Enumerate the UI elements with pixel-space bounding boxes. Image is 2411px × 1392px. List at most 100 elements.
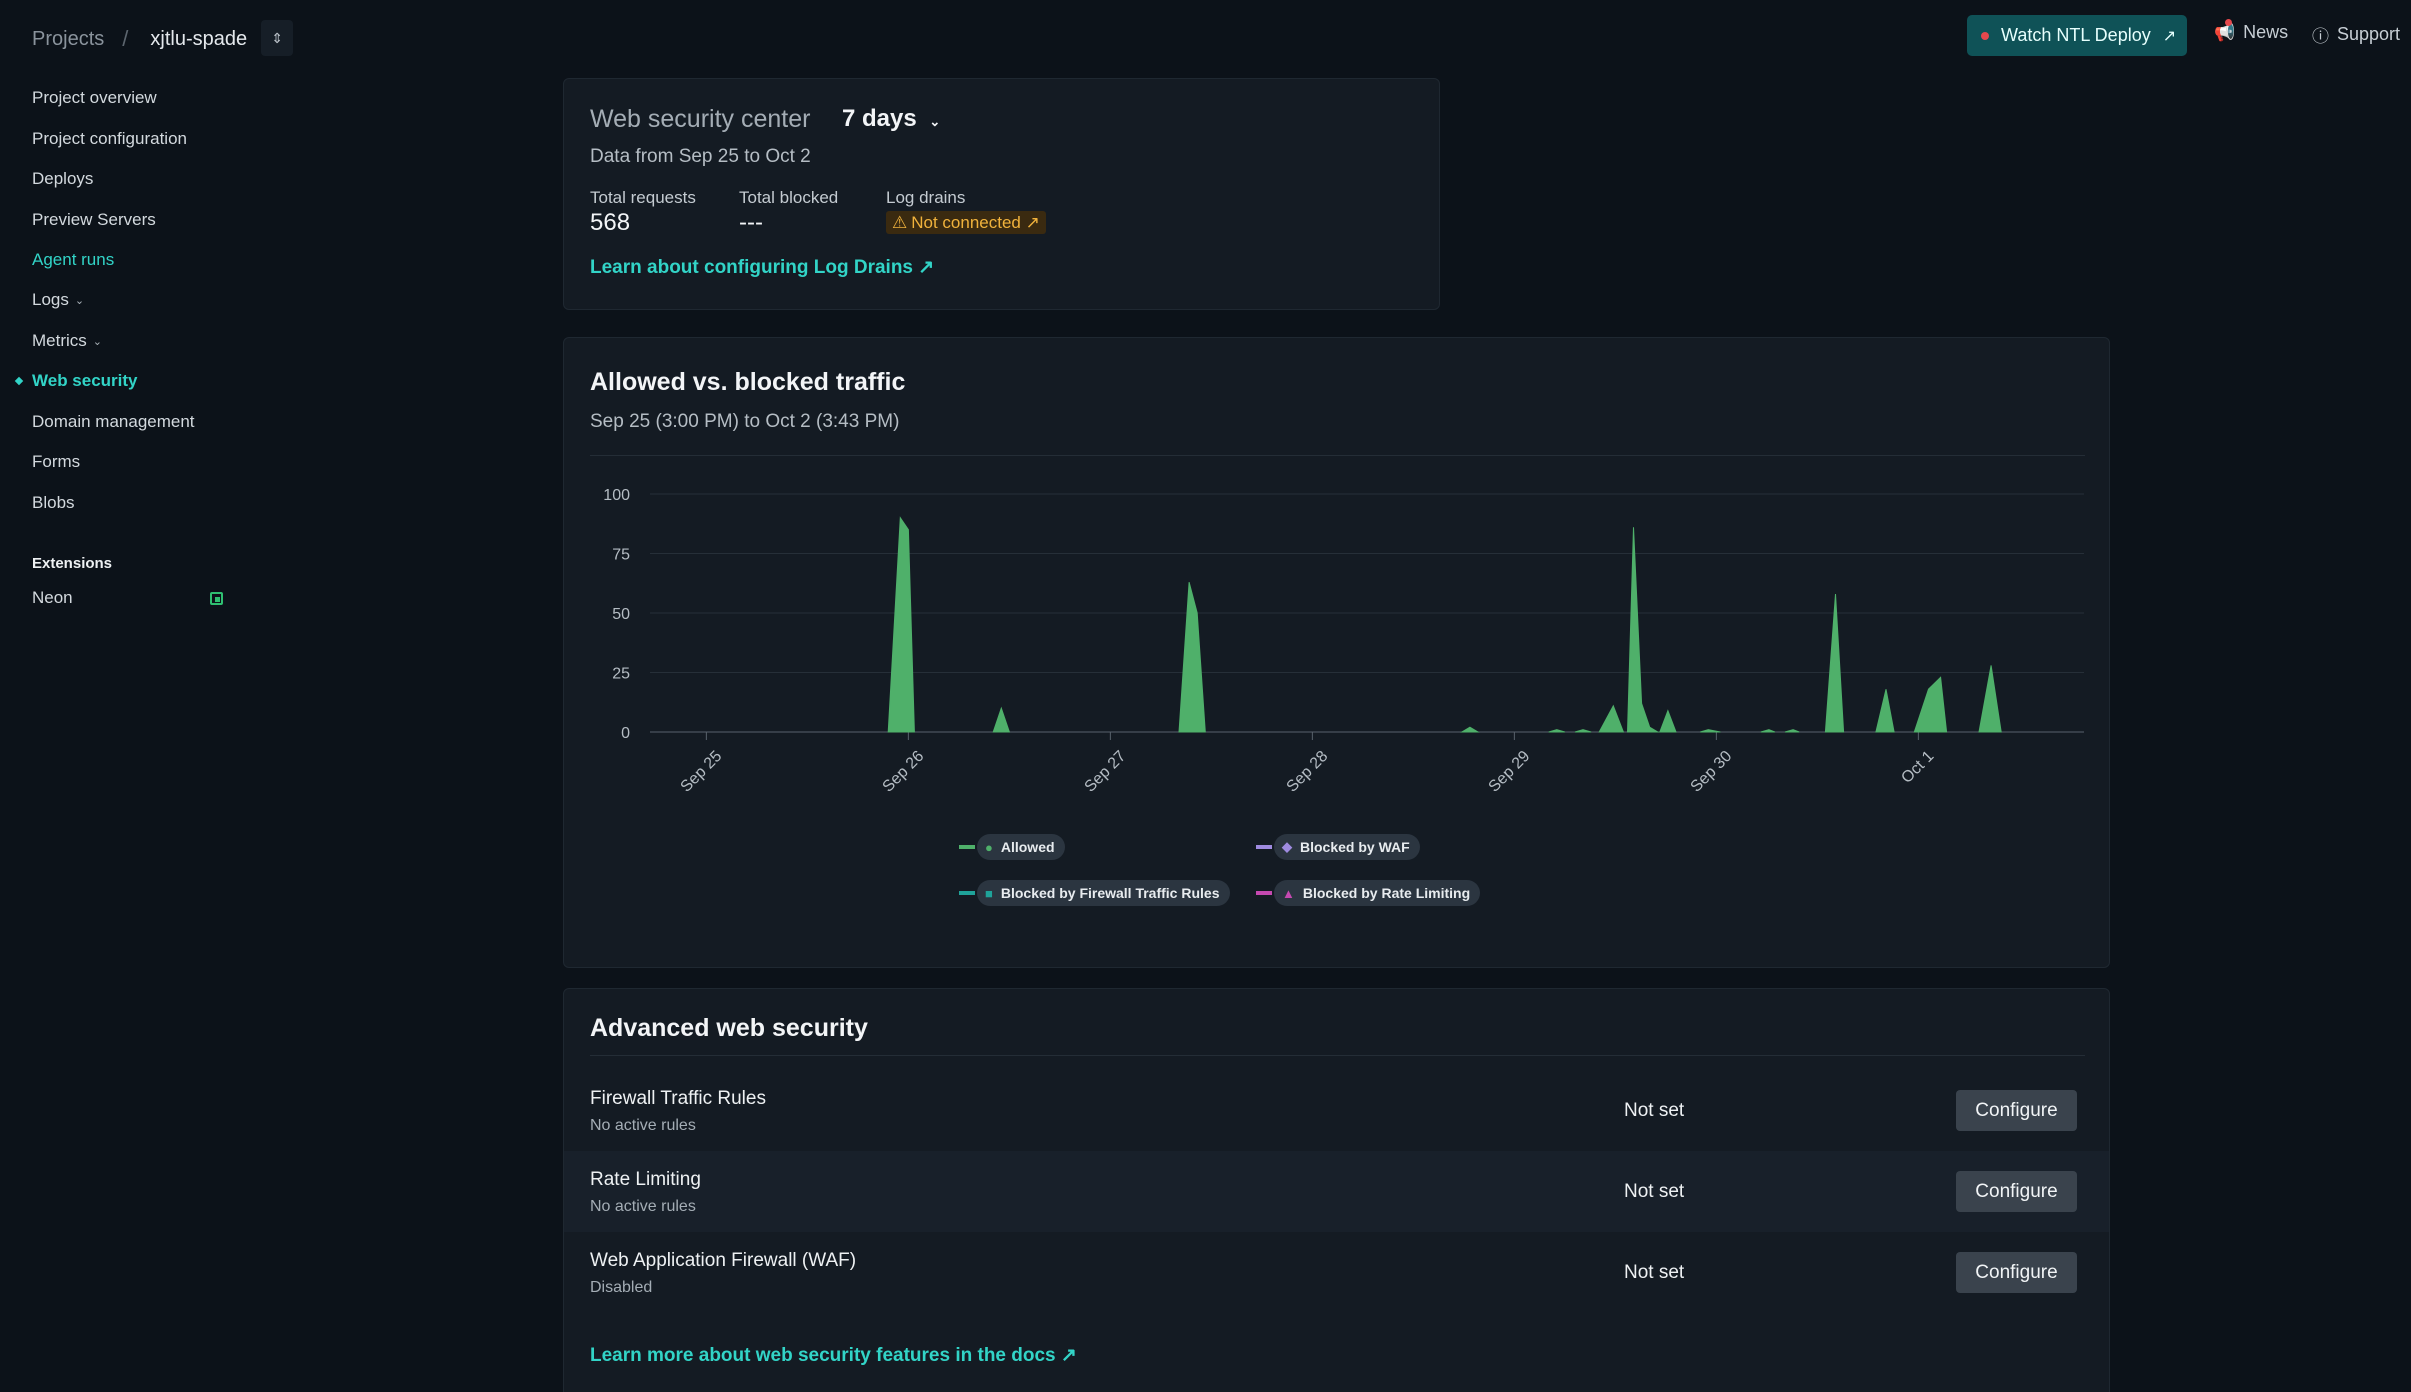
breadcrumb: Projects / xjtlu-spade ⇕ <box>32 20 294 56</box>
allowed-area-peak <box>1978 665 2002 733</box>
log-drains-status-badge[interactable]: ⚠ Not connected ↗ <box>886 211 1046 234</box>
legend-blocked-rate-limiting[interactable]: ▲ Blocked by Rate Limiting <box>1256 880 1481 906</box>
allowed-area-peak <box>1459 726 1480 733</box>
news-label: News <box>2243 22 2289 42</box>
legend-pill: ■ Blocked by Firewall Traffic Rules <box>977 880 1230 906</box>
advanced-security-card: Advanced web security Firewall Traffic R… <box>563 988 2110 1392</box>
legend-label: Blocked by Firewall Traffic Rules <box>1000 885 1220 901</box>
allowed-area-peak <box>1700 729 1721 733</box>
extension-status-icon <box>210 592 223 605</box>
total-requests-value: 568 <box>590 209 631 236</box>
legend-blocked-firewall[interactable]: ■ Blocked by Firewall Traffic Rules <box>959 880 1230 906</box>
x-tick-label: Sep 27 <box>1082 748 1130 796</box>
allowed-area-peak <box>1626 527 1660 733</box>
sidebar-item-deploys[interactable]: Deploys <box>32 169 93 189</box>
legend-line <box>1256 845 1272 849</box>
breadcrumb-separator: / <box>122 26 129 51</box>
legend-pill: ● Allowed <box>977 834 1065 860</box>
sidebar-item-project-configuration[interactable]: Project configuration <box>32 129 187 149</box>
data-range-subtitle: Data from Sep 25 to Oct 2 <box>590 146 811 167</box>
legend-blocked-waf[interactable]: ◆ Blocked by WAF <box>1256 834 1420 860</box>
square-marker-icon: ■ <box>985 885 993 901</box>
allowed-area-peak <box>1913 676 1948 733</box>
circle-marker-icon: ● <box>985 839 993 855</box>
traffic-chart-card: Allowed vs. blocked traffic Sep 25 (3:00… <box>563 337 2110 968</box>
allowed-area-peak <box>887 516 915 733</box>
active-indicator-icon <box>14 376 24 386</box>
sidebar-item-blobs[interactable]: Blobs <box>32 493 75 513</box>
x-tick-label: Sep 28 <box>1284 748 1332 796</box>
sidebar-item-label: Web security <box>32 371 138 390</box>
feature-status: Not set <box>1624 1100 1685 1121</box>
x-tick-label: Sep 25 <box>678 748 726 796</box>
sidebar-item-forms[interactable]: Forms <box>32 452 80 472</box>
legend-line <box>959 891 975 895</box>
allowed-area-peak <box>1760 729 1776 733</box>
sidebar-item-metrics[interactable]: Metrics ⌄ <box>32 331 102 351</box>
waf-row: Web Application Firewall (WAF) Disabled … <box>564 1232 2109 1313</box>
y-tick-label: 75 <box>612 547 630 564</box>
log-drains-learn-link[interactable]: Learn about configuring Log Drains ↗ <box>590 256 934 279</box>
legend-allowed[interactable]: ● Allowed <box>959 834 1065 860</box>
external-link-icon: ↗ <box>2162 27 2177 45</box>
news-link[interactable]: 📢 News <box>2214 18 2289 43</box>
sidebar-item-project-overview[interactable]: Project overview <box>32 88 157 108</box>
breadcrumb-site-name[interactable]: xjtlu-spade <box>150 28 247 51</box>
x-tick-label: Sep 29 <box>1486 748 1534 796</box>
breadcrumb-projects-link[interactable]: Projects <box>32 28 104 51</box>
sidebar-item-preview-servers[interactable]: Preview Servers <box>32 210 156 230</box>
x-tick-label: Sep 26 <box>880 748 928 796</box>
feature-name: Web Application Firewall (WAF) <box>590 1250 857 1271</box>
security-docs-link[interactable]: Learn more about web security features i… <box>590 1344 1077 1367</box>
megaphone-icon: 📢 <box>2214 18 2235 43</box>
feature-description: No active rules <box>590 1198 696 1215</box>
feature-status: Not set <box>1624 1181 1685 1202</box>
log-drains-label: Log drains <box>886 188 966 207</box>
y-tick-label: 25 <box>612 666 630 683</box>
web-security-center-card: Web security center 7 days ⌄ Data from S… <box>563 78 1440 310</box>
sidebar-item-domain-management[interactable]: Domain management <box>32 412 195 432</box>
feature-status: Not set <box>1624 1262 1685 1283</box>
feature-name: Firewall Traffic Rules <box>590 1088 766 1109</box>
sidebar-item-web-security[interactable]: Web security <box>14 371 138 391</box>
rate-limiting-row: Rate Limiting No active rules Not set Co… <box>564 1151 2109 1232</box>
card-title: Web security center <box>590 105 811 133</box>
legend-label: Blocked by WAF <box>1300 839 1410 855</box>
card-title: Advanced web security <box>590 1014 868 1042</box>
configure-waf-button[interactable]: Configure <box>1956 1252 2077 1293</box>
configure-firewall-button[interactable]: Configure <box>1956 1090 2077 1131</box>
total-blocked-label: Total blocked <box>739 188 839 207</box>
feature-description: No active rules <box>590 1117 696 1134</box>
support-label: Support <box>2337 24 2401 44</box>
allowed-area-peak <box>1574 729 1592 733</box>
configure-rate-limiting-button[interactable]: Configure <box>1956 1171 2077 1212</box>
allowed-area-peak <box>992 706 1011 733</box>
divider <box>590 1055 2085 1056</box>
date-range-dropdown[interactable]: 7 days ⌄ <box>842 105 940 133</box>
sidebar-item-agent-runs[interactable]: Agent runs <box>32 250 114 270</box>
site-switcher-button[interactable]: ⇕ <box>261 20 294 56</box>
warning-icon: ⚠ <box>892 212 908 232</box>
sidebar-item-neon[interactable]: Neon <box>32 588 73 608</box>
y-tick-label: 0 <box>621 725 630 742</box>
chevron-up-down-icon: ⇕ <box>271 29 283 46</box>
y-tick-label: 50 <box>612 606 630 623</box>
allowed-area-peak <box>1598 704 1625 733</box>
allowed-area-peak <box>1824 593 1845 733</box>
y-tick-label: 100 <box>603 487 630 504</box>
legend-label: Allowed <box>1000 839 1055 855</box>
feature-name: Rate Limiting <box>590 1169 701 1190</box>
legend-pill: ◆ Blocked by WAF <box>1274 834 1420 860</box>
x-tick-label: Sep 30 <box>1688 748 1736 796</box>
sidebar-item-logs[interactable]: Logs ⌄ <box>32 290 84 310</box>
triangle-marker-icon: ▲ <box>1282 885 1295 901</box>
allowed-area-peak <box>1659 709 1677 733</box>
traffic-chart: 100 75 50 25 0 Sep 25 Sep 26 Sep 27 Sep 28 Sep 29… <box>603 487 2084 796</box>
live-dot-icon <box>1981 31 1989 40</box>
allowed-area-peak <box>1548 729 1566 733</box>
watch-deploy-button[interactable]: Watch NTL Deploy ↗ <box>1967 15 2187 56</box>
sidebar-item-label: Logs <box>32 290 69 309</box>
total-requests-label: Total requests <box>590 188 696 207</box>
x-tick-label: Oct 1 <box>1898 748 1937 787</box>
support-link[interactable]: ⓘ Support <box>2312 22 2400 47</box>
